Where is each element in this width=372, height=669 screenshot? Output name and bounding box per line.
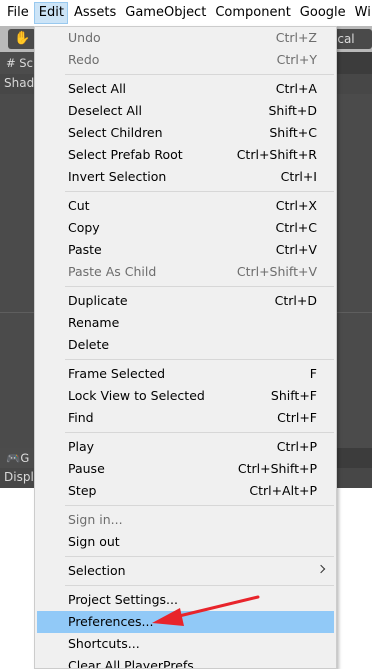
menu-google[interactable]: Google	[296, 2, 349, 24]
menu-item-label: Duplicate	[68, 293, 128, 308]
menu-item-label: Find	[68, 410, 94, 425]
menu-item-delete[interactable]: Delete	[37, 334, 334, 356]
menu-item-label: Copy	[68, 220, 100, 235]
menu-item-deselect-all[interactable]: Deselect All Shift+D	[37, 100, 334, 122]
menu-item-selection[interactable]: Selection	[37, 560, 334, 582]
menu-item-label: Pause	[68, 461, 105, 476]
menu-item-label: Preferences...	[68, 614, 154, 629]
menu-item-label: Deselect All	[68, 103, 142, 118]
menu-item-label: Select Children	[68, 125, 163, 140]
menu-gameobject[interactable]: GameObject	[122, 2, 210, 24]
menu-item-shortcut: Ctrl+Shift+P	[237, 461, 317, 476]
hand-icon: ✋	[14, 31, 31, 46]
menu-separator	[65, 359, 334, 360]
menu-item-label: Invert Selection	[68, 169, 167, 184]
menu-item-shortcut: Shift+C	[269, 125, 317, 140]
menu-item-shortcut: Ctrl+P	[276, 439, 317, 454]
menu-edit[interactable]: Edit	[34, 2, 69, 24]
menu-item-label: Clear All PlayerPrefs	[68, 658, 194, 669]
menu-item-shortcut: Ctrl+V	[275, 242, 317, 257]
menu-separator	[65, 432, 334, 433]
menu-item-step[interactable]: Step Ctrl+Alt+P	[37, 480, 334, 502]
menu-item-shortcut: F	[309, 366, 317, 381]
menu-item-shortcut: Shift+D	[268, 103, 317, 118]
menu-item-paste[interactable]: Paste Ctrl+V	[37, 239, 334, 261]
menu-item-shortcut: Shift+F	[270, 388, 317, 403]
menu-item-label: Play	[68, 439, 95, 454]
menu-item-shortcut: Ctrl+A	[275, 81, 317, 96]
menu-item-label: Paste As Child	[68, 264, 157, 279]
menu-item-shortcut: Ctrl+D	[274, 293, 317, 308]
menu-item-label: Select Prefab Root	[68, 147, 183, 162]
menu-item-shortcut: Ctrl+Y	[276, 52, 317, 67]
menu-separator	[65, 505, 334, 506]
menu-item-label: Shortcuts...	[68, 636, 140, 651]
menu-separator	[65, 74, 334, 75]
menu-item-label: Undo	[68, 30, 101, 45]
menu-item-shortcut: Ctrl+I	[280, 169, 317, 184]
menu-item-label: Rename	[68, 315, 120, 330]
menu-item-label: Delete	[68, 337, 110, 352]
menu-item-shortcut: Ctrl+Z	[275, 30, 317, 45]
menu-window[interactable]: Wir	[351, 2, 372, 24]
tab-game[interactable]: 🎮G	[0, 448, 36, 468]
display-dropdown[interactable]: Displ	[4, 470, 34, 484]
menu-item-lock-view[interactable]: Lock View to Selected Shift+F	[37, 385, 334, 407]
menu-item-label: Select All	[68, 81, 127, 96]
menu-item-invert-selection[interactable]: Invert Selection Ctrl+I	[37, 166, 334, 188]
menu-item-label: Selection	[68, 563, 126, 578]
menu-separator	[65, 556, 334, 557]
menu-item-duplicate[interactable]: Duplicate Ctrl+D	[37, 290, 334, 312]
tab-scene[interactable]: # Sc	[0, 52, 38, 74]
menu-item-shortcut: Ctrl+X	[275, 198, 317, 213]
menu-item-select-all[interactable]: Select All Ctrl+A	[37, 78, 334, 100]
menu-item-rename[interactable]: Rename	[37, 312, 334, 334]
menu-item-copy[interactable]: Copy Ctrl+C	[37, 217, 334, 239]
menu-item-shortcut: Ctrl+Shift+V	[236, 264, 317, 279]
menu-item-shortcut: Ctrl+F	[277, 410, 317, 425]
menu-component[interactable]: Component	[212, 2, 294, 24]
menu-item-frame-selected[interactable]: Frame Selected F	[37, 363, 334, 385]
menu-file[interactable]: File	[0, 2, 32, 24]
menu-bar: File Edit Assets GameObject Component Go…	[0, 0, 372, 26]
hand-tool-button[interactable]: ✋	[8, 29, 36, 49]
menu-item-project-settings[interactable]: Project Settings...	[37, 589, 334, 611]
menu-item-label: Paste	[68, 242, 102, 257]
menu-item-label: Cut	[68, 198, 90, 213]
menu-item-clear-player-prefs[interactable]: Clear All PlayerPrefs	[37, 655, 334, 669]
menu-item-play[interactable]: Play Ctrl+P	[37, 436, 334, 458]
tab-game-label: G	[20, 451, 30, 465]
menu-item-shortcut: Ctrl+C	[275, 220, 317, 235]
menu-item-label: Sign in...	[68, 512, 123, 527]
menu-item-shortcut: Ctrl+Shift+R	[236, 147, 317, 162]
menu-item-select-children[interactable]: Select Children Shift+C	[37, 122, 334, 144]
menu-item-sign-in[interactable]: Sign in...	[37, 509, 334, 531]
menu-item-label: Frame Selected	[68, 366, 166, 381]
menu-item-shortcuts[interactable]: Shortcuts...	[37, 633, 334, 655]
menu-item-paste-as-child[interactable]: Paste As Child Ctrl+Shift+V	[37, 261, 334, 283]
menu-item-preferences[interactable]: Preferences...	[37, 611, 334, 633]
menu-assets[interactable]: Assets	[70, 2, 119, 24]
menu-separator	[65, 585, 334, 586]
menu-separator	[65, 191, 334, 192]
menu-item-redo[interactable]: Redo Ctrl+Y	[37, 49, 334, 71]
menu-item-label: Step	[68, 483, 97, 498]
menu-item-label: Lock View to Selected	[68, 388, 205, 403]
menu-item-sign-out[interactable]: Sign out	[37, 531, 334, 553]
menu-item-shortcut: Ctrl+Alt+P	[249, 483, 317, 498]
menu-item-cut[interactable]: Cut Ctrl+X	[37, 195, 334, 217]
gamepad-icon: 🎮	[6, 451, 21, 465]
edit-menu-dropdown: Undo Ctrl+Z Redo Ctrl+Y Select All Ctrl+…	[34, 26, 337, 669]
menu-item-pause[interactable]: Pause Ctrl+Shift+P	[37, 458, 334, 480]
menu-item-find[interactable]: Find Ctrl+F	[37, 407, 334, 429]
menu-item-label: Project Settings...	[68, 592, 178, 607]
shading-mode-dropdown[interactable]: Shad	[4, 76, 34, 90]
menu-item-label: Sign out	[68, 534, 120, 549]
menu-item-undo[interactable]: Undo Ctrl+Z	[37, 27, 334, 49]
menu-item-select-prefab-root[interactable]: Select Prefab Root Ctrl+Shift+R	[37, 144, 334, 166]
menu-separator	[65, 286, 334, 287]
submenu-arrow-icon	[316, 564, 326, 574]
menu-item-label: Redo	[68, 52, 100, 67]
